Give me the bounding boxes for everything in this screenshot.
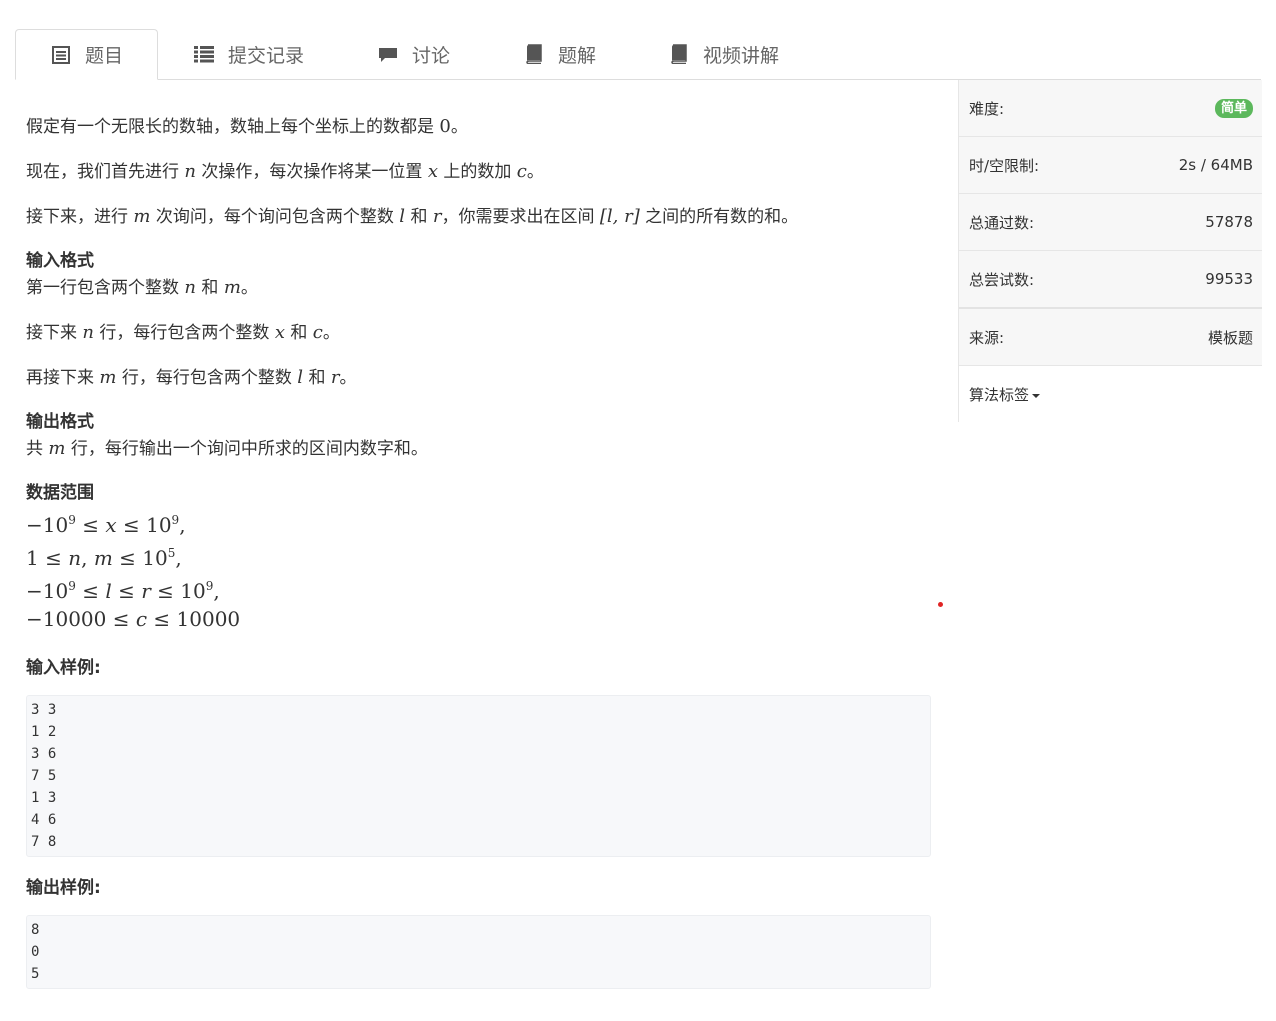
sample-output-block[interactable]: 8 0 5 [26,915,931,989]
info-value: 99533 [1205,270,1253,288]
info-label: 难度: [969,99,1005,118]
input-line: 再接下来 m 行，每行包含两个整数 l 和 r。 [26,364,931,392]
tab-problem[interactable]: 题目 [15,29,158,80]
range-line-x: −109 ≤ x ≤ 109, [26,513,186,537]
problem-tabs: 题目 提交记录 讨论 题解 视频讲解 [15,29,1261,80]
info-row-limit: 时/空限制: 2s / 64MB [959,137,1262,194]
red-dot-marker [938,602,943,607]
section-title-input: 输入格式 [26,251,94,271]
text: 和 [196,278,224,298]
math-x: x [274,322,285,343]
math-c: c [516,161,527,182]
range-formulas: −109 ≤ x ≤ 109, 1 ≤ n, m ≤ 105, −109 ≤ l… [26,506,931,633]
text: 和 [284,323,313,343]
info-label: 来源: [969,328,1005,347]
range-line-lr: −109 ≤ l ≤ r ≤ 109, [26,579,220,603]
info-label: 总尝试数: [969,270,1035,289]
input-line: 接下来 n 行，每行包含两个整数 x 和 c。 [26,319,931,347]
tab-label: 讨论 [412,44,451,67]
document-list-icon [51,45,71,65]
text: 和 [405,207,433,227]
text: 接下来，进行 [26,207,134,227]
math-n: n [82,322,94,343]
text: 第一行包含两个整数 [26,278,185,298]
tab-label: 题解 [558,44,597,67]
output-line: 共 m 行，每行输出一个询问中所求的区间内数字和。 [26,435,931,463]
info-label: 时/空限制: [969,156,1040,175]
tab-label: 提交记录 [228,44,305,67]
math-n: n [184,161,196,182]
math-x: x [427,161,438,182]
info-row-source: 来源: 模板题 [959,309,1262,366]
math-m: m [48,438,66,459]
tags-toggle[interactable]: 算法标签 [969,384,1041,405]
range-line-c: −10000 ≤ c ≤ 10000 [26,607,241,631]
sample-input-block[interactable]: 3 3 1 2 3 6 7 5 1 3 4 6 7 8 [26,695,931,857]
section-title-sample-output: 输出样例: [26,878,101,898]
math-interval: [l, r] [599,206,640,227]
text: 再接下来 [26,368,100,388]
tab-label: 视频讲解 [703,44,780,67]
math-zero: 0 [439,116,451,137]
text: 行，每行输出一个询问中所求的区间内数字和。 [65,439,428,459]
math-m: m [133,206,151,227]
text: 行，每行包含两个整数 [116,368,298,388]
tab-submissions[interactable]: 提交记录 [194,29,304,79]
info-label: 总通过数: [969,213,1035,232]
info-value[interactable]: 模板题 [1208,327,1253,348]
info-value: 57878 [1205,213,1253,231]
book-icon [524,44,544,64]
math-c: c [312,322,323,343]
statement-paragraph: 现在，我们首先进行 n 次操作，每次操作将某一位置 x 上的数加 c。 [26,158,931,186]
math-m: m [223,277,241,298]
tags-label: 算法标签 [969,385,1030,404]
problem-content: 假定有一个无限长的数轴，数轴上每个坐标上的数都是 0。 现在，我们首先进行 n … [26,100,931,989]
text: 共 [26,439,49,459]
input-line: 第一行包含两个整数 n 和 m。 [26,274,931,302]
math-n: n [184,277,196,298]
text: 次操作，每次操作将某一位置 [196,162,428,182]
text: 假定有一个无限长的数轴，数轴上每个坐标上的数都是 [26,117,440,137]
difficulty-badge: 简单 [1214,98,1253,118]
tab-label: 题目 [85,45,124,67]
book-icon [669,44,689,64]
text: 次询问，每个询问包含两个整数 [150,207,400,227]
section-title-sample-input: 输入样例: [26,658,101,678]
tab-video[interactable]: 视频讲解 [669,29,779,79]
problem-info-sidebar: 难度: 简单 时/空限制: 2s / 64MB 总通过数: 57878 总尝试数… [958,80,1262,422]
info-row-tried: 总尝试数: 99533 [959,251,1262,309]
math-m: m [99,367,117,388]
text: 和 [303,368,331,388]
text: 之间的所有数的和。 [639,207,799,227]
list-icon [194,44,214,64]
section-title-range: 数据范围 [26,483,94,503]
range-line-nm: 1 ≤ n, m ≤ 105, [26,546,182,570]
tab-discussion[interactable]: 讨论 [378,29,450,79]
text: 接下来 [26,323,83,343]
statement-paragraph: 接下来，进行 m 次询问，每个询问包含两个整数 l 和 r，你需要求出在区间 [… [26,203,931,231]
text: 现在，我们首先进行 [26,162,185,182]
text: 。 [240,278,258,298]
comment-icon [378,44,398,64]
algorithm-tags-dropdown[interactable]: 算法标签 [959,366,1262,422]
text: 。 [526,162,544,182]
info-row-passed: 总通过数: 57878 [959,194,1262,251]
tab-solutions[interactable]: 题解 [524,29,596,79]
text: 。 [339,368,357,388]
info-value: 2s / 64MB [1178,156,1253,174]
text: 。 [450,117,468,137]
section-title-output: 输出格式 [26,412,94,432]
statement-paragraph: 假定有一个无限长的数轴，数轴上每个坐标上的数都是 0。 [26,113,931,141]
text: 。 [322,323,340,343]
text: 上的数加 [437,162,517,182]
info-row-difficulty: 难度: 简单 [959,80,1262,137]
text: 行，每行包含两个整数 [94,323,275,343]
text: ，你需要求出在区间 [441,207,600,227]
caret-down-icon [1032,393,1041,398]
